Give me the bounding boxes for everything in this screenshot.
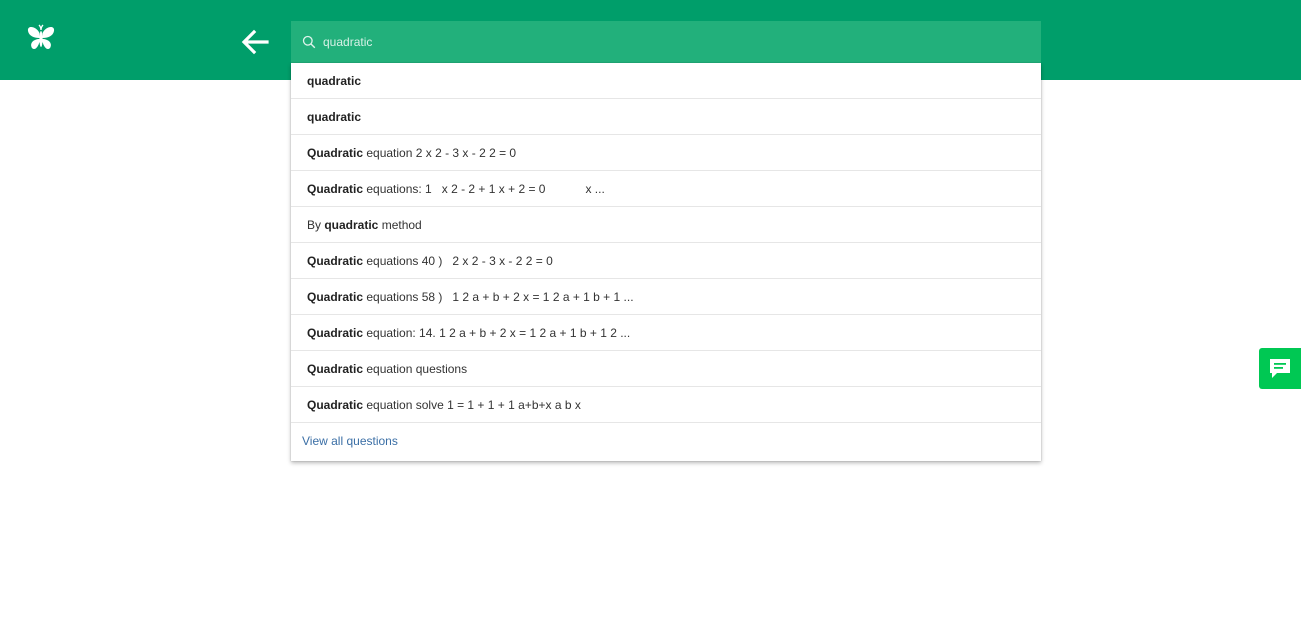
suggestion-match-text: Quadratic xyxy=(307,326,364,340)
suggestion-match-text: quadratic xyxy=(307,110,362,124)
chat-button[interactable] xyxy=(1259,348,1301,389)
butterfly-logo-icon[interactable] xyxy=(24,22,58,54)
search-input[interactable] xyxy=(323,21,1023,63)
search-bar[interactable] xyxy=(291,21,1041,63)
suggestion-item[interactable]: By quadratic method xyxy=(291,207,1041,243)
suggestion-match-text: Quadratic xyxy=(307,398,364,412)
suggestion-item[interactable]: Quadratic equation questions xyxy=(291,351,1041,387)
suggestion-item[interactable]: Quadratic equation 2 x 2 - 3 x - 2 2 = 0 xyxy=(291,135,1041,171)
suggestion-prefix-text: By xyxy=(307,218,325,232)
suggestion-match-text: Quadratic xyxy=(307,290,364,304)
suggestion-match-text: quadratic xyxy=(324,218,379,232)
suggestion-match-text: Quadratic xyxy=(307,146,364,160)
suggestion-match-text: Quadratic xyxy=(307,182,364,196)
suggestion-rest-text: equation solve 1 = 1 + 1 + 1 a+b+x a b x xyxy=(363,398,581,412)
suggestion-item[interactable]: Quadratic equation solve 1 = 1 + 1 + 1 a… xyxy=(291,387,1041,423)
suggestion-rest-text: equation questions xyxy=(363,362,468,376)
search-suggestions-dropdown: quadratic quadratic Quadratic equation 2… xyxy=(291,63,1041,461)
search-icon xyxy=(302,35,316,49)
suggestion-item[interactable]: Quadratic equations 58 ) 1 2 a + b + 2 x… xyxy=(291,279,1041,315)
suggestion-rest-text: equations: 1 x 2 - 2 + 1 x + 2 = 0 x ... xyxy=(363,182,605,196)
suggestion-item[interactable]: quadratic xyxy=(291,99,1041,135)
suggestion-match-text: quadratic xyxy=(307,74,362,88)
suggestion-item[interactable]: Quadratic equations: 1 x 2 - 2 + 1 x + 2… xyxy=(291,171,1041,207)
suggestion-rest-text: equations 40 ) 2 x 2 - 3 x - 2 2 = 0 xyxy=(363,254,553,268)
back-button[interactable] xyxy=(238,26,272,58)
suggestion-match-text: Quadratic xyxy=(307,254,364,268)
suggestion-item[interactable]: quadratic xyxy=(291,63,1041,99)
suggestion-rest-text: equation: 14. 1 2 a + b + 2 x = 1 2 a + … xyxy=(363,326,631,340)
view-all-questions-link[interactable]: View all questions xyxy=(291,423,1041,459)
suggestion-rest-text: method xyxy=(378,218,422,232)
suggestion-rest-text: equations 58 ) 1 2 a + b + 2 x = 1 2 a +… xyxy=(363,290,634,304)
suggestion-match-text: Quadratic xyxy=(307,362,364,376)
arrow-left-icon xyxy=(241,29,269,55)
suggestion-item[interactable]: Quadratic equations 40 ) 2 x 2 - 3 x - 2… xyxy=(291,243,1041,279)
suggestion-rest-text: equation 2 x 2 - 3 x - 2 2 = 0 xyxy=(363,146,517,160)
chat-bubble-icon xyxy=(1270,359,1290,378)
suggestion-item[interactable]: Quadratic equation: 14. 1 2 a + b + 2 x … xyxy=(291,315,1041,351)
